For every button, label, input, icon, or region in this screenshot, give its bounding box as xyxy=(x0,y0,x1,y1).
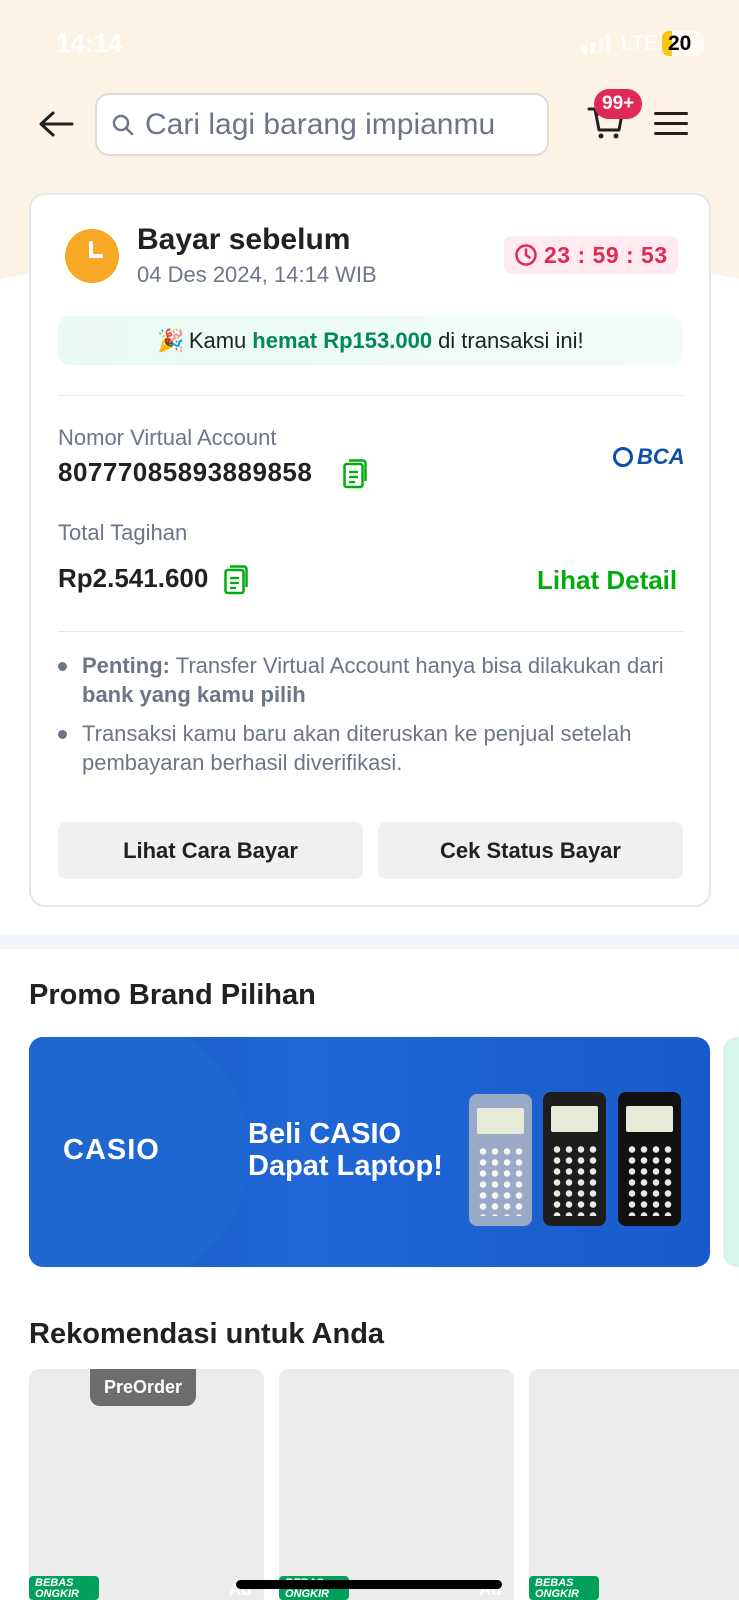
bullet xyxy=(58,662,67,671)
check-status-button[interactable]: Cek Status Bayar xyxy=(378,822,683,879)
how-to-pay-button[interactable]: Lihat Cara Bayar xyxy=(58,822,363,879)
promo-section-title: Promo Brand Pilihan xyxy=(29,979,316,1011)
arrow-left-icon xyxy=(39,111,74,137)
note-important-emphasis: bank yang kamu pilih xyxy=(82,682,306,707)
verification-note: Transaksi kamu baru akan diteruskan ke p… xyxy=(82,721,632,775)
payment-card: Bayar sebelum 04 Des 2024, 14:14 WIB 23 … xyxy=(29,193,711,907)
savings-banner: 🎉 Kamu hemat Rp153.000 di transaksi ini! xyxy=(58,316,683,365)
promo-tagline: Beli CASIO Dapat Laptop! xyxy=(248,1118,443,1182)
divider xyxy=(58,395,683,396)
clock-icon xyxy=(65,229,119,283)
free-shipping-line-2: ONGKIR xyxy=(35,1588,79,1600)
bullet xyxy=(58,730,67,739)
network-label: LTE xyxy=(621,32,658,55)
total-amount: Rp2.541.600 xyxy=(58,563,209,593)
bank-name: BCA xyxy=(637,444,685,469)
savings-suffix: di transaksi ini! xyxy=(438,327,584,353)
free-shipping-badge: BEBAS ONGKIR xyxy=(29,1576,99,1600)
cart-count-badge: 99+ xyxy=(594,89,643,119)
signal-icon xyxy=(582,32,611,54)
va-label: Nomor Virtual Account xyxy=(58,425,277,450)
search-placeholder: Cari lagi barang impianmu xyxy=(145,107,496,141)
countdown-value: 23 : 59 : 53 xyxy=(544,241,668,268)
calculator-image xyxy=(618,1092,681,1226)
see-detail-link[interactable]: Lihat Detail xyxy=(537,565,677,596)
calculator-image xyxy=(543,1092,606,1226)
hamburger-icon xyxy=(654,111,688,115)
total-label: Total Tagihan xyxy=(58,520,188,545)
top-nav: Cari lagi barang impianmu 99+ xyxy=(0,89,739,160)
pay-before-title: Bayar sebelum xyxy=(137,223,351,256)
promo-line-2: Dapat Laptop! xyxy=(248,1150,443,1182)
status-time: 14:14 xyxy=(56,28,123,58)
calculator-image xyxy=(469,1094,532,1226)
note-important-text: Transfer Virtual Account hanya bisa dila… xyxy=(175,653,664,678)
party-popper-icon: 🎉 xyxy=(157,327,185,353)
recommendations-title: Rekomendasi untuk Anda xyxy=(29,1318,385,1350)
product-card[interactable] xyxy=(279,1369,514,1600)
promo-line-1: Beli CASIO xyxy=(248,1118,402,1150)
va-number: 80777085893889858 xyxy=(58,457,313,487)
important-note: Penting: Transfer Virtual Account hanya … xyxy=(82,651,682,709)
search-icon xyxy=(112,114,134,135)
payment-deadline: 04 Des 2024, 14:14 WIB xyxy=(137,262,377,287)
free-shipping-badge: BEBAS ONGKIR xyxy=(529,1576,599,1600)
countdown-timer: 23 : 59 : 53 xyxy=(504,236,678,274)
status-bar: 14:14 LTE 20 xyxy=(0,0,739,90)
section-separator xyxy=(0,935,739,949)
preorder-badge: PreOrder xyxy=(90,1369,197,1406)
copy-va-icon[interactable] xyxy=(343,459,367,489)
promo-brand: CASIO xyxy=(63,1134,160,1166)
menu-button[interactable] xyxy=(652,104,690,142)
product-card[interactable] xyxy=(529,1369,739,1600)
savings-prefix: Kamu xyxy=(188,327,247,353)
bank-logo: BCA xyxy=(613,444,685,470)
free-shipping-line-2: ONGKIR xyxy=(535,1588,579,1600)
divider xyxy=(58,631,683,632)
note-important-label: Penting: xyxy=(82,653,170,678)
back-button[interactable] xyxy=(34,102,78,146)
home-indicator[interactable] xyxy=(236,1580,502,1589)
battery-level: 20 xyxy=(668,32,692,55)
savings-amount: hemat Rp153.000 xyxy=(252,327,433,353)
casio-promo-banner[interactable]: CASIO Beli CASIO Dapat Laptop! xyxy=(29,1037,710,1267)
copy-amount-icon[interactable] xyxy=(224,565,248,595)
free-shipping-line-2: ONGKIR xyxy=(285,1588,329,1600)
bca-mark-icon xyxy=(613,447,633,467)
timer-icon xyxy=(515,244,537,266)
next-promo-banner[interactable] xyxy=(723,1037,739,1267)
battery-icon: 20 xyxy=(662,31,704,56)
search-input[interactable]: Cari lagi barang impianmu xyxy=(95,93,549,156)
